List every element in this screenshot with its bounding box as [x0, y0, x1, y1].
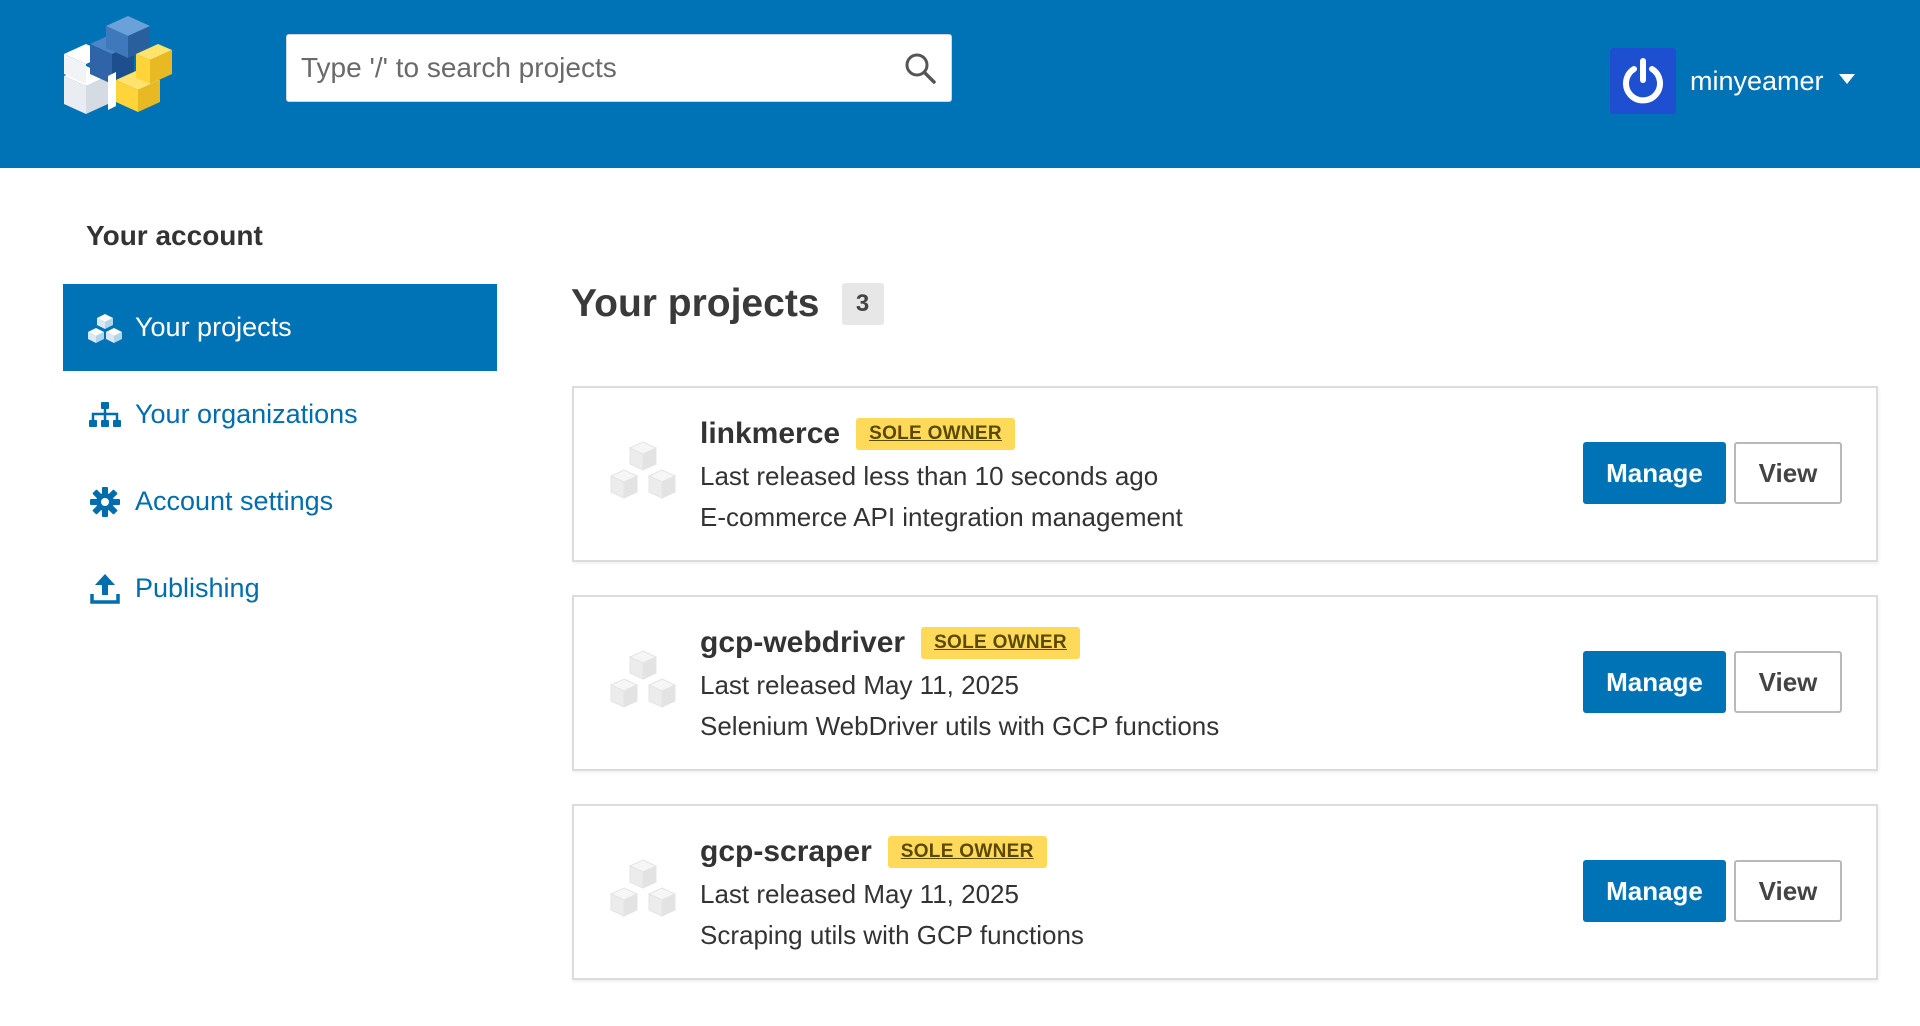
user-menu[interactable]: minyeamer	[1610, 48, 1856, 114]
caret-down-icon[interactable]	[1838, 72, 1856, 90]
project-actions: Manage View	[1583, 860, 1842, 922]
sidebar-item-label: Account settings	[135, 486, 334, 516]
power-icon	[1623, 58, 1663, 104]
sidebar-item-label: Your organizations	[135, 399, 358, 429]
project-actions: Manage View	[1583, 442, 1842, 504]
project-name[interactable]: gcp-scraper	[700, 835, 872, 869]
pypi-logo-icon[interactable]	[56, 14, 176, 118]
sole-owner-badge[interactable]: SOLE OWNER	[887, 836, 1047, 868]
project-release-date: Last released May 11, 2025	[700, 879, 1019, 909]
sole-owner-badge[interactable]: SOLE OWNER	[856, 418, 1015, 450]
search-box	[286, 34, 952, 102]
project-card-linkmerce: linkmerce SOLE OWNER Last released less …	[572, 386, 1878, 562]
view-button[interactable]: View	[1734, 442, 1842, 504]
project-name[interactable]: linkmerce	[700, 417, 840, 451]
page-title: Your projects	[571, 282, 820, 325]
project-info: gcp-webdriver SOLE OWNER Last released M…	[700, 623, 1219, 745]
sitemap-icon	[87, 400, 123, 430]
project-info: gcp-scraper SOLE OWNER Last released May…	[700, 832, 1084, 954]
project-release-date: Last released May 11, 2025	[700, 670, 1019, 700]
view-button[interactable]: View	[1734, 651, 1842, 713]
project-description: Scraping utils with GCP functions	[700, 920, 1084, 950]
project-name[interactable]: gcp-webdriver	[700, 626, 905, 660]
search-input[interactable]	[287, 35, 889, 101]
sole-owner-badge[interactable]: SOLE OWNER	[921, 627, 1080, 659]
sidebar-item-label: Publishing	[135, 573, 260, 603]
cubes-icon	[87, 313, 123, 343]
project-card-gcp-webdriver: gcp-webdriver SOLE OWNER Last released M…	[572, 595, 1878, 771]
username[interactable]: minyeamer	[1690, 66, 1824, 97]
project-info: linkmerce SOLE OWNER Last released less …	[700, 414, 1183, 536]
package-cubes-icon	[604, 858, 682, 928]
sidebar-item-your-organizations[interactable]: Your organizations	[63, 371, 497, 458]
project-release-date: Last released less than 10 seconds ago	[700, 461, 1159, 491]
sidebar-item-publishing[interactable]: Publishing	[63, 545, 497, 632]
search-button[interactable]	[889, 35, 951, 101]
project-actions: Manage View	[1583, 651, 1842, 713]
manage-button[interactable]: Manage	[1583, 442, 1726, 504]
package-cubes-icon	[604, 649, 682, 719]
gear-icon	[87, 486, 123, 517]
manage-button[interactable]: Manage	[1583, 860, 1726, 922]
project-description: Selenium WebDriver utils with GCP functi…	[700, 711, 1220, 741]
project-list: linkmerce SOLE OWNER Last released less …	[572, 386, 1878, 1013]
page-title-row: Your projects 3	[571, 282, 884, 326]
search-icon	[905, 53, 936, 84]
project-count-badge: 3	[841, 283, 884, 325]
manage-button[interactable]: Manage	[1583, 651, 1726, 713]
sidebar-title: Your account	[86, 220, 263, 251]
project-card-gcp-scraper: gcp-scraper SOLE OWNER Last released May…	[572, 804, 1878, 980]
account-nav: Your projects Your organizations Account…	[63, 284, 497, 632]
avatar[interactable]	[1610, 48, 1676, 114]
upload-icon	[87, 573, 123, 604]
sidebar-item-account-settings[interactable]: Account settings	[63, 458, 497, 545]
view-button[interactable]: View	[1734, 860, 1842, 922]
project-description: E-commerce API integration management	[700, 502, 1183, 532]
sidebar-item-label: Your projects	[135, 312, 292, 342]
site-header: minyeamer	[0, 0, 1920, 168]
sidebar-item-your-projects[interactable]: Your projects	[63, 284, 497, 371]
package-cubes-icon	[604, 440, 682, 510]
